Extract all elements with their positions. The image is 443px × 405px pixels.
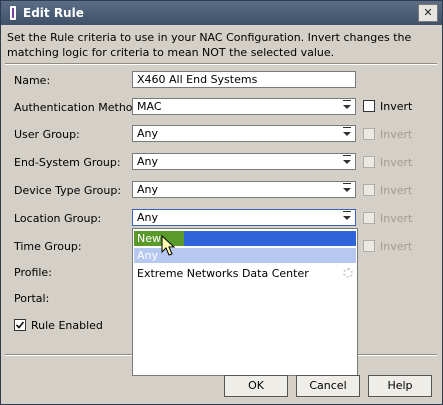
auth-method-value: MAC <box>137 100 162 113</box>
ok-button[interactable]: OK <box>224 375 288 397</box>
end-system-group-select[interactable]: Any <box>132 153 356 170</box>
location-group-label: Location Group: <box>14 212 102 225</box>
edit-rule-dialog: Edit Rule ✕ Set the Rule criteria to use… <box>0 0 443 405</box>
chevron-down-icon <box>343 155 351 164</box>
time-group-label: Time Group: <box>14 240 82 253</box>
top-divider <box>5 63 437 65</box>
cancel-button[interactable]: Cancel <box>296 375 360 397</box>
dropdown-option-data-center[interactable]: Extreme Networks Data Center <box>134 266 356 281</box>
description-text: Set the Rule criteria to use in your NAC… <box>7 31 412 59</box>
checkmark-icon <box>15 321 25 329</box>
end-system-invert-label: Invert <box>380 156 413 169</box>
name-value: X460 All End Systems <box>137 73 258 86</box>
time-group-invert-label: Invert <box>380 240 413 253</box>
auth-method-label: Authentication Method: <box>14 101 144 114</box>
chevron-down-icon <box>343 211 351 220</box>
portal-label: Portal: <box>14 292 50 305</box>
device-type-invert-label: Invert <box>380 184 413 197</box>
mouse-cursor-icon <box>161 235 176 256</box>
user-group-invert-label: Invert <box>380 128 413 141</box>
auth-invert-label: Invert <box>380 100 413 113</box>
close-icon: ✕ <box>423 6 433 19</box>
name-label: Name: <box>14 74 51 87</box>
loading-icon <box>343 268 353 278</box>
device-type-group-select[interactable]: Any <box>132 181 356 198</box>
auth-method-select[interactable]: MAC <box>132 98 356 115</box>
user-group-invert-checkbox <box>363 128 375 140</box>
device-type-invert-checkbox <box>363 184 375 196</box>
device-type-group-value: Any <box>137 183 159 196</box>
end-system-group-label: End-System Group: <box>14 156 121 169</box>
location-invert-checkbox <box>363 212 375 224</box>
auth-invert-checkbox[interactable] <box>363 100 375 112</box>
end-system-group-value: Any <box>137 155 159 168</box>
close-button[interactable]: ✕ <box>418 4 438 22</box>
chevron-down-icon <box>343 183 351 192</box>
window-title: Edit Rule <box>23 6 84 20</box>
location-group-select[interactable]: Any <box>132 209 356 226</box>
user-group-label: User Group: <box>14 128 80 141</box>
location-group-value: Any <box>137 211 159 224</box>
rule-enabled-label: Rule Enabled <box>31 319 103 332</box>
time-group-invert-checkbox <box>363 240 375 252</box>
user-group-value: Any <box>137 127 159 140</box>
title-bar: Edit Rule ✕ <box>1 1 442 25</box>
rule-enabled-checkbox[interactable] <box>14 319 26 331</box>
device-type-group-label: Device Type Group: <box>14 184 122 197</box>
end-system-invert-checkbox <box>363 156 375 168</box>
name-input[interactable]: X460 All End Systems <box>132 71 356 88</box>
user-group-select[interactable]: Any <box>132 125 356 142</box>
help-button[interactable]: Help <box>368 375 432 397</box>
chevron-down-icon <box>343 100 351 109</box>
location-invert-label: Invert <box>380 212 413 225</box>
app-icon <box>10 6 16 20</box>
chevron-down-icon <box>343 127 351 136</box>
profile-label: Profile: <box>14 266 52 279</box>
